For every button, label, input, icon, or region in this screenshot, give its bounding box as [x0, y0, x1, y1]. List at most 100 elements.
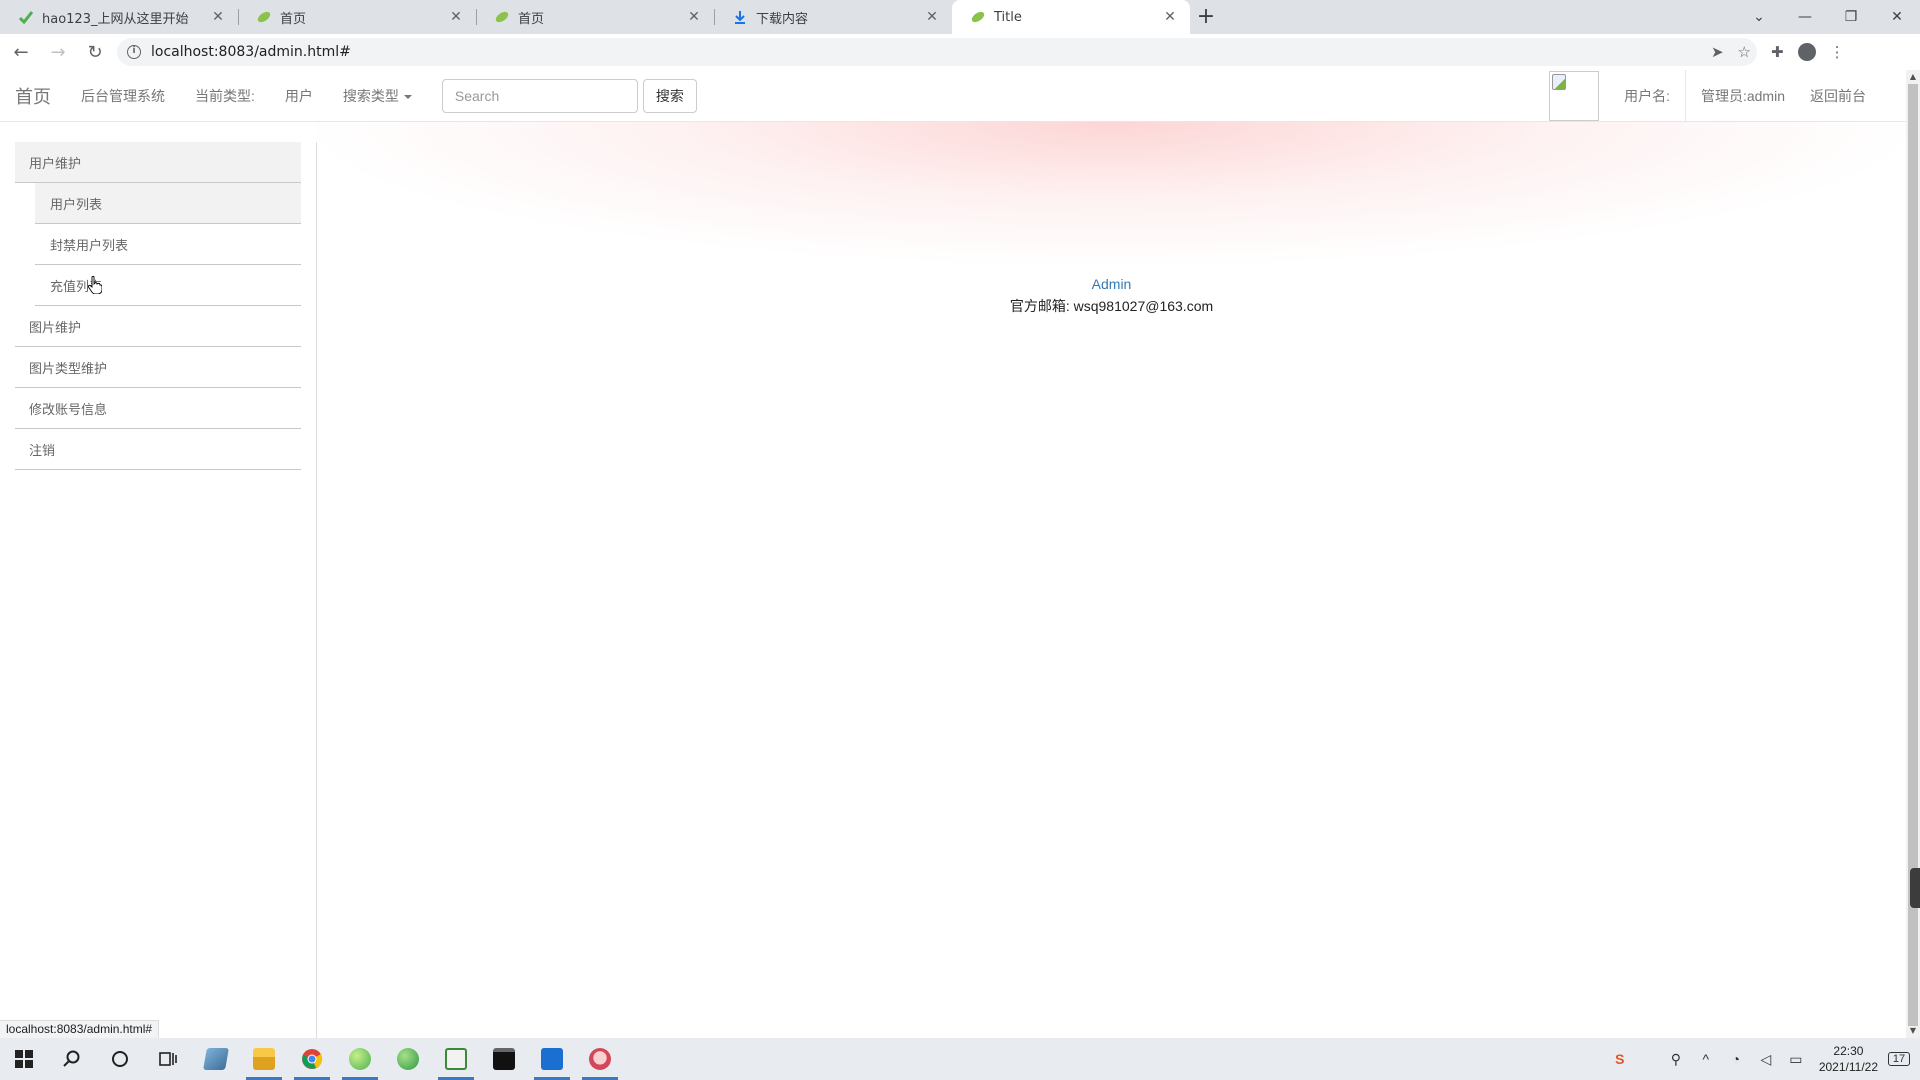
app-notes-icon[interactable]	[192, 1038, 240, 1080]
profile-avatar-icon[interactable]	[1797, 43, 1816, 61]
start-windows-icon[interactable]	[0, 1038, 48, 1080]
username-label: 用户名:	[1624, 87, 1670, 104]
app-notepad-icon[interactable]	[432, 1038, 480, 1080]
url-text: localhost:8083/admin.html#	[151, 44, 351, 60]
caret-down-icon	[403, 94, 412, 99]
system-tray: S ⚲ ^ ◔ ◁ ▭ 22:30 2021/11/22 17	[1605, 1038, 1920, 1080]
welcome-block: Admin 官方邮箱: wsq981027@163.com	[317, 276, 1906, 316]
sidebar-item-recharge-list[interactable]: 充值列表	[35, 265, 301, 306]
download-icon	[732, 9, 748, 25]
close-icon[interactable]: ✕	[924, 9, 940, 25]
sidebar-item-image-type-maintenance[interactable]: 图片类型维护	[15, 347, 301, 388]
scroll-down-icon[interactable]: ▼	[1906, 1024, 1920, 1038]
status-bubble: localhost:8083/admin.html#	[0, 1020, 160, 1038]
send-icon[interactable]: ➤	[1711, 43, 1724, 61]
sidebar-item-edit-account[interactable]: 修改账号信息	[15, 388, 301, 429]
sidebar-menu: 用户维护 用户列表 封禁用户列表 充值列表 图片维护 图片类型维护 修改账号信息…	[15, 142, 301, 470]
address-bar[interactable]: i localhost:8083/admin.html# ➤ ☆	[117, 38, 1757, 66]
sidebar-submenu-users: 用户列表 封禁用户列表 充值列表	[35, 183, 301, 306]
reload-icon[interactable]: ↻	[79, 36, 111, 68]
top-navbar: 首页 后台管理系统 当前类型: 用户 搜索类型 搜索 用户名: 管理员:admi…	[0, 70, 1906, 122]
hao123-icon	[18, 9, 34, 25]
current-type-value[interactable]: 用户	[285, 86, 313, 106]
tab-title: 首页	[518, 11, 545, 27]
wps-s-icon[interactable]: S	[1605, 1051, 1635, 1067]
back-arrow-icon[interactable]: ←	[5, 36, 37, 68]
terminal-icon[interactable]	[480, 1038, 528, 1080]
header-glow	[317, 122, 1906, 292]
back-to-frontend-link[interactable]: 返回前台	[1810, 86, 1866, 106]
scroll-up-icon[interactable]: ▲	[1906, 70, 1920, 84]
leaf-icon	[970, 9, 986, 25]
broken-image-icon	[1552, 73, 1567, 90]
page-viewport: 首页 后台管理系统 当前类型: 用户 搜索类型 搜索 用户名: 管理员:admi…	[0, 70, 1906, 1038]
close-icon[interactable]: ✕	[448, 9, 464, 25]
leaf-icon	[256, 9, 272, 25]
sidebar-item-image-maintenance[interactable]: 图片维护	[15, 306, 301, 347]
close-icon[interactable]: ✕	[686, 9, 702, 25]
network-icon[interactable]: ◔	[1721, 1051, 1751, 1067]
search-icon[interactable]	[48, 1038, 96, 1080]
app-green-ball-icon[interactable]	[336, 1038, 384, 1080]
leaf-icon	[494, 9, 510, 25]
sidebar-item-user-list[interactable]: 用户列表	[35, 183, 301, 224]
brand-home-link[interactable]: 首页	[15, 83, 51, 109]
window-controls: ⌄ — ❐ ✕	[1736, 0, 1920, 34]
search-button[interactable]: 搜索	[642, 78, 697, 113]
tab-search-chevron-icon[interactable]: ⌄	[1736, 0, 1782, 34]
notification-icon[interactable]: 17	[1888, 1052, 1910, 1066]
extensions-puzzle-icon[interactable]: ✚	[1771, 43, 1784, 61]
sidebar-item-banned-users[interactable]: 封禁用户列表	[35, 224, 301, 265]
search-type-label: 搜索类型	[342, 87, 399, 104]
windows-taskbar: S ⚲ ^ ◔ ◁ ▭ 22:30 2021/11/22 17	[0, 1038, 1920, 1080]
navbar-divider	[1684, 70, 1686, 122]
search-type-dropdown[interactable]: 搜索类型	[343, 86, 412, 106]
hand-cursor-icon	[88, 276, 102, 294]
people-icon[interactable]: ⚲	[1661, 1051, 1691, 1068]
info-icon[interactable]: i	[127, 45, 141, 59]
forward-arrow-icon[interactable]: →	[42, 36, 74, 68]
video-meeting-icon[interactable]	[528, 1038, 576, 1080]
close-icon[interactable]: ✕	[1162, 9, 1178, 25]
admin-account-link[interactable]: 管理员:admin	[1701, 86, 1785, 106]
browser-tab-hao123[interactable]: hao123_上网从这里开始 ✕	[0, 0, 238, 34]
new-tab-plus-icon[interactable]: +	[1190, 0, 1222, 34]
tray-chevron-up-icon[interactable]: ^	[1691, 1051, 1721, 1067]
tab-title: 首页	[280, 11, 307, 27]
minimize-icon[interactable]: —	[1782, 0, 1828, 34]
side-panel-handle[interactable]	[1910, 868, 1920, 908]
tab-title: Title	[994, 9, 1022, 25]
navbar-right: 用户名: 管理员:admin 返回前台	[1549, 70, 1906, 122]
app-cartoon-icon[interactable]	[576, 1038, 624, 1080]
browser-tab-title[interactable]: Title ✕	[952, 0, 1190, 34]
browser-toolbar: ← → ↻ i localhost:8083/admin.html# ➤ ☆ ✚…	[0, 34, 1920, 70]
volume-icon[interactable]: ◁	[1751, 1051, 1781, 1068]
close-icon[interactable]: ✕	[210, 9, 226, 25]
clock-time: 22:30	[1833, 1044, 1864, 1058]
task-view-icon[interactable]	[144, 1038, 192, 1080]
sidebar-item-logout[interactable]: 注销	[15, 429, 301, 470]
keyboard-icon[interactable]: ▭	[1781, 1051, 1811, 1068]
main-content: Admin 官方邮箱: wsq981027@163.com	[317, 122, 1906, 1038]
clock-date: 2021/11/22	[1818, 1060, 1878, 1074]
tab-title: 下载内容	[756, 11, 809, 27]
chrome-icon[interactable]	[288, 1038, 336, 1080]
window-close-icon[interactable]: ✕	[1874, 0, 1920, 34]
sidebar-item-user-maintenance[interactable]: 用户维护	[15, 142, 301, 183]
bookmark-star-icon[interactable]: ☆	[1738, 43, 1751, 61]
restore-icon[interactable]: ❐	[1828, 0, 1874, 34]
clock[interactable]: 22:30 2021/11/22	[1819, 1043, 1878, 1075]
browser-tab-downloads[interactable]: 下载内容 ✕	[714, 0, 952, 34]
app-leaf-icon[interactable]	[384, 1038, 432, 1080]
more-menu-icon[interactable]: ⋮	[1830, 43, 1845, 61]
browser-tab-home-1[interactable]: 首页 ✕	[238, 0, 476, 34]
file-explorer-icon[interactable]	[240, 1038, 288, 1080]
admin-name-link[interactable]: Admin	[317, 276, 1906, 292]
cortana-circle-icon[interactable]	[96, 1038, 144, 1080]
user-avatar-image	[1549, 70, 1600, 121]
official-email: 官方邮箱: wsq981027@163.com	[1009, 298, 1214, 314]
search-input[interactable]	[441, 78, 638, 113]
system-name-link[interactable]: 后台管理系统	[81, 86, 165, 106]
browser-tab-home-2[interactable]: 首页 ✕	[476, 0, 714, 34]
tab-title: hao123_上网从这里开始	[42, 11, 189, 27]
